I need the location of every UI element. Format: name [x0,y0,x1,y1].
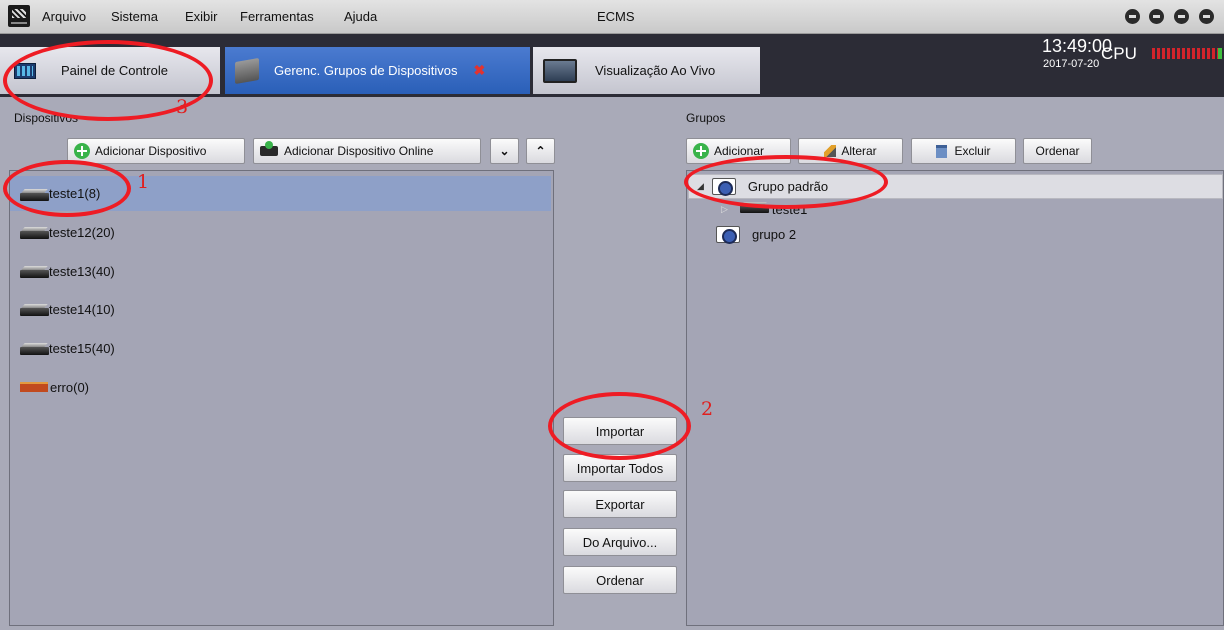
export-button[interactable]: Exportar [563,490,677,518]
button-label: Adicionar Dispositivo [95,144,207,158]
groups-title: Grupos [686,111,726,125]
device-label: teste15(40) [49,340,115,356]
device-item-teste13[interactable]: teste13(40) [20,260,115,282]
menu-ferramentas[interactable]: Ferramentas [240,9,314,24]
tree-item-grupo-2[interactable]: grupo 2 [716,226,797,244]
tab-close-icon[interactable]: ✖ [474,62,486,79]
cpu-meter [1152,48,1222,59]
device-groups-icon [235,57,259,84]
groups-tree: ◢ Grupo padrão ▷ teste1 grupo 2 [686,170,1224,626]
tree-collapsed-icon[interactable]: ▷ [721,204,728,215]
from-file-button[interactable]: Do Arquivo... [563,528,677,556]
device-item-teste12[interactable]: teste12(20) [20,221,115,243]
delete-group-button[interactable]: Excluir [911,138,1016,164]
annotation-ellipse-2 [548,392,691,460]
clock-date: 2017-07-20 [1043,58,1100,70]
button-label: Adicionar Dispositivo Online [284,144,434,158]
lock-icon[interactable] [1125,9,1140,24]
tab-label: Visualização Ao Vivo [595,63,716,78]
annotation-number-1: 1 [137,171,150,193]
error-device-icon [20,382,48,392]
window-title: ECMS [597,9,635,24]
sort-groups-button[interactable]: Ordenar [1023,138,1092,164]
add-device-button[interactable]: Adicionar Dispositivo [67,138,245,164]
menu-ajuda[interactable]: Ajuda [344,9,377,24]
device-label: teste12(20) [49,224,115,240]
device-label: erro(0) [50,379,90,395]
minimize-icon[interactable] [1149,9,1164,24]
tab-visualizacao-ao-vivo[interactable]: Visualização Ao Vivo [533,47,760,94]
device-item-erro[interactable]: erro(0) [20,376,89,398]
trash-icon [936,144,948,158]
nvr-device-icon [20,270,49,278]
annotation-number-2: 2 [701,398,714,420]
add-icon [693,143,709,159]
sort-button[interactable]: Ordenar [563,566,677,594]
menu-bar: Arquivo Sistema Exibir Ferramentas Ajuda… [0,0,1224,34]
tab-gerenc-grupos[interactable]: Gerenc. Grupos de Dispositivos ✖ [225,47,530,94]
tab-label: Gerenc. Grupos de Dispositivos [274,63,458,78]
device-item-teste15[interactable]: teste15(40) [20,337,115,359]
expand-all-button[interactable]: ⌄ [490,138,519,164]
device-label: teste13(40) [49,263,115,279]
annotation-ellipse-groups [684,155,888,209]
camera-group-icon [716,226,740,244]
close-icon[interactable] [1199,9,1214,24]
online-device-icon [260,141,278,156]
maximize-icon[interactable] [1174,9,1189,24]
devices-list: teste1(8) teste12(20) teste13(40) teste1… [9,170,554,626]
monitor-icon [543,58,577,83]
cpu-label: CPU [1101,44,1137,63]
nvr-device-icon [20,308,49,316]
device-item-teste14[interactable]: teste14(10) [20,298,115,320]
pencil-icon [824,145,837,157]
collapse-all-button[interactable]: ⌃ [526,138,555,164]
menu-arquivo[interactable]: Arquivo [42,9,86,24]
nvr-device-icon [20,231,49,239]
button-label: Excluir [954,144,991,158]
add-icon [74,143,90,159]
annotation-number-3: 3 [176,96,189,118]
menu-sistema[interactable]: Sistema [111,9,158,24]
button-label: Alterar [841,144,877,158]
tree-item-label: grupo 2 [752,227,797,242]
nvr-device-icon [20,347,49,355]
menu-exibir[interactable]: Exibir [185,9,218,24]
annotation-ellipse-1 [3,160,131,217]
app-logo-icon [8,5,30,27]
add-device-online-button[interactable]: Adicionar Dispositivo Online [253,138,481,164]
device-label: teste14(10) [49,301,115,317]
